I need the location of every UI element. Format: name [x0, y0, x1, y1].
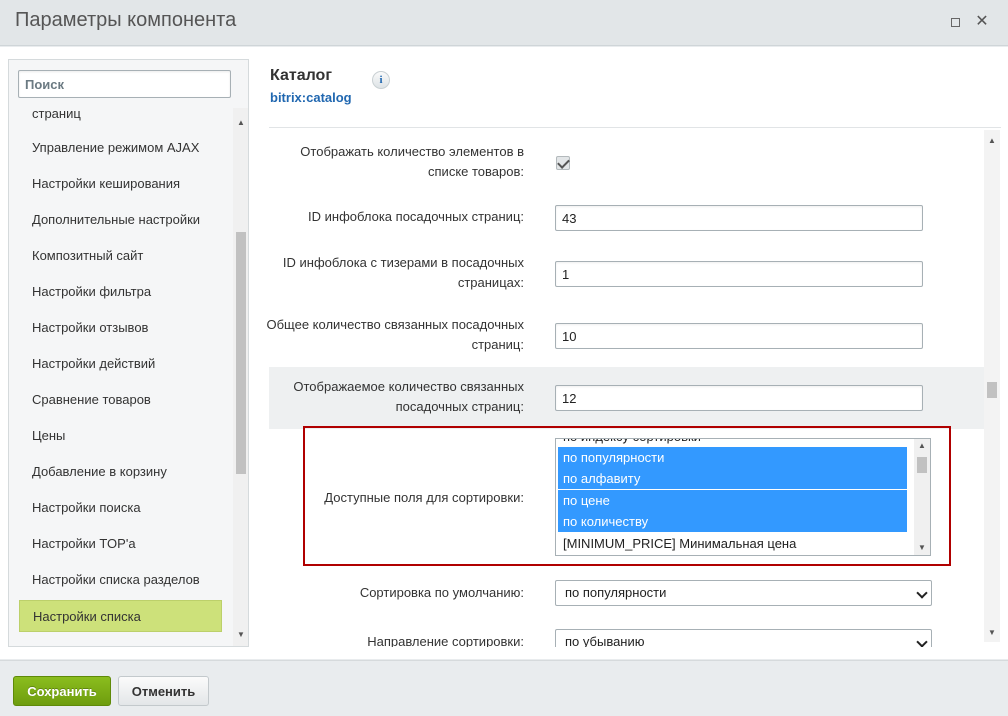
cancel-button[interactable]: Отменить [118, 676, 209, 706]
sort-option-selected[interactable]: по алфавиту [558, 468, 907, 489]
save-button[interactable]: Сохранить [13, 676, 111, 706]
show-count-checkbox[interactable] [556, 156, 570, 170]
search-input[interactable] [18, 70, 231, 98]
teaser-iblock-label: ID инфоблока с тизерами в посадочных стр… [282, 255, 524, 290]
sidebar-item-compare[interactable]: Сравнение товаров [19, 384, 222, 416]
sidebar-item-reviews[interactable]: Настройки отзывов [19, 312, 222, 344]
default-sort-value: по популярности [565, 585, 667, 600]
main-scrollbar-thumb[interactable] [987, 382, 997, 398]
sidebar-list: страниц Управление режимом AJAX Настройк… [9, 108, 233, 646]
sidebar: страниц Управление режимом AJAX Настройк… [8, 59, 249, 647]
scroll-down-icon[interactable]: ▼ [914, 541, 930, 555]
sort-direction-label: Направление сортировки: [367, 634, 524, 647]
sidebar-item-top[interactable]: Настройки TOP'а [19, 528, 222, 560]
info-icon[interactable]: i [372, 71, 390, 89]
sidebar-item-pages[interactable]: страниц [19, 108, 222, 130]
component-code: bitrix:catalog [270, 90, 352, 105]
sidebar-item-prices[interactable]: Цены [19, 420, 222, 452]
sort-fields-label: Доступные поля для сортировки: [324, 490, 524, 505]
title-bar: Параметры компонента ✕ [0, 0, 1008, 46]
shown-linked-label: Отображаемое количество связанных посадо… [293, 379, 524, 414]
show-count-label: Отображать количество элементов в списке… [300, 144, 524, 179]
window-title: Параметры компонента [15, 9, 237, 31]
header-divider [269, 127, 1001, 128]
sidebar-item-ajax[interactable]: Управление режимом AJAX [19, 132, 222, 164]
sidebar-item-settings[interactable]: Настройки [19, 636, 222, 646]
sort-direction-value: по убыванию [565, 634, 645, 647]
sidebar-item-basket[interactable]: Добавление в корзину [19, 456, 222, 488]
sort-option-selected[interactable]: по популярности [558, 447, 907, 468]
default-sort-label: Сортировка по умолчанию: [359, 585, 524, 600]
sidebar-scrollbar-thumb[interactable] [236, 232, 246, 474]
sort-direction-select[interactable]: по убыванию [555, 629, 932, 647]
search-wrapper [18, 70, 231, 98]
landing-iblock-input[interactable] [555, 205, 923, 231]
component-title: Каталог [270, 67, 332, 84]
sort-option[interactable]: по индексу сортировки [558, 439, 907, 447]
chevron-down-icon [916, 587, 928, 599]
total-linked-label: Общее количество связанных посадочных ст… [266, 317, 525, 352]
scroll-up-icon[interactable]: ▲ [914, 439, 930, 453]
close-icon[interactable]: ✕ [974, 14, 990, 30]
teaser-iblock-input[interactable] [555, 261, 923, 287]
fields-area: Отображать количество элементов в списке… [262, 132, 984, 647]
sidebar-item-additional[interactable]: Дополнительные настройки [19, 204, 222, 236]
chevron-down-icon [916, 636, 928, 647]
sidebar-item-filter[interactable]: Настройки фильтра [19, 276, 222, 308]
sidebar-item-composite[interactable]: Композитный сайт [19, 240, 222, 272]
multiselect-scrollbar-thumb[interactable] [917, 457, 927, 473]
main-panel: Каталог i bitrix:catalog Отображать коли… [262, 59, 1008, 659]
dialog-footer: Сохранить Отменить [0, 660, 1008, 716]
sort-option-selected[interactable]: по количеству [558, 511, 907, 532]
sort-fields-multiselect[interactable]: по индексу сортировки по популярности по… [555, 438, 931, 556]
shown-linked-input[interactable] [555, 385, 923, 411]
scroll-down-icon[interactable]: ▼ [984, 626, 1000, 640]
dialog-content: страниц Управление режимом AJAX Настройк… [0, 47, 1008, 659]
sort-option-selected[interactable]: по цене [558, 490, 907, 511]
default-sort-select[interactable]: по популярности [555, 580, 932, 606]
scroll-up-icon[interactable]: ▲ [233, 116, 248, 130]
total-linked-input[interactable] [555, 323, 923, 349]
sort-option[interactable]: [MINIMUM_PRICE] Минимальная цена [558, 533, 907, 554]
scroll-up-icon[interactable]: ▲ [984, 134, 1000, 148]
landing-iblock-label: ID инфоблока посадочных страниц: [308, 209, 524, 224]
sidebar-item-list-settings[interactable]: Настройки списка [19, 600, 222, 632]
maximize-icon[interactable] [947, 14, 963, 30]
sidebar-item-actions[interactable]: Настройки действий [19, 348, 222, 380]
sidebar-item-cache[interactable]: Настройки кеширования [19, 168, 222, 200]
scroll-down-icon[interactable]: ▼ [233, 628, 248, 642]
sidebar-item-search[interactable]: Настройки поиска [19, 492, 222, 524]
sidebar-item-section-list[interactable]: Настройки списка разделов [19, 564, 222, 596]
